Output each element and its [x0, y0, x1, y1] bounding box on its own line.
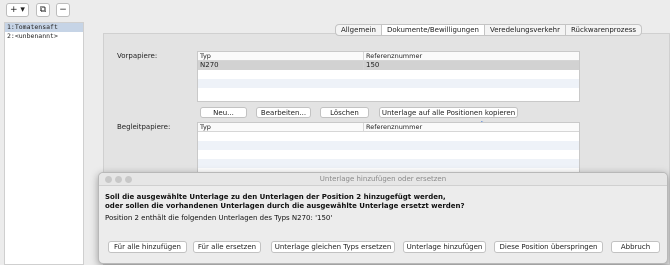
column-header-typ[interactable]: Typ [198, 123, 363, 131]
copy-button[interactable]: ⧉ [36, 3, 50, 17]
tab-veredelungsverkehr[interactable]: Veredelungsverkehr [484, 24, 566, 36]
position-item-1[interactable]: 1:Tomatensaft [5, 23, 83, 32]
add-document-button[interactable]: Unterlage hinzufügen [403, 241, 486, 253]
skip-position-button[interactable]: Diese Position überspringen [494, 241, 603, 253]
vorpapiere-label: Vorpapiere: [117, 52, 158, 60]
cell-referenznummer: 150 [363, 61, 579, 70]
position-item-2[interactable]: 2:<unbenannt> [5, 32, 83, 41]
cell-typ: N270 [200, 61, 219, 69]
cancel-button[interactable]: Abbruch [611, 241, 660, 253]
table-row[interactable]: N270 150 [198, 61, 579, 70]
begleitpapiere-table[interactable]: Typ Referenznummer [197, 122, 580, 174]
dialog-title: Unterlage hinzufügen oder ersetzen [319, 175, 447, 183]
dialog-question-line-2: oder sollen die vorhandenen Unterlagen d… [105, 202, 465, 210]
copy-to-all-positions-button[interactable]: Unterlage auf alle Positionen kopieren [379, 107, 518, 118]
copy-icon: ⧉ [39, 5, 47, 15]
dialog-question-line-1: Soll die ausgewählte Unterlage zu den Un… [105, 193, 446, 201]
tab-rueckwarenprozess[interactable]: Rückwarenprozess [565, 24, 643, 36]
table-header: Typ Referenznummer [198, 52, 579, 61]
tab-bar: Allgemein Dokumente/Bewilligungen Verede… [335, 24, 643, 36]
column-header-referenznummer[interactable]: Referenznummer [363, 52, 579, 60]
remove-button[interactable]: − [56, 3, 70, 17]
empty-row [198, 141, 579, 150]
empty-row [198, 159, 579, 168]
neu-button[interactable]: Neu... [200, 107, 247, 118]
loeschen-button[interactable]: Löschen [320, 107, 369, 118]
begleitpapiere-label: Begleitpapiere: [117, 123, 171, 131]
column-header-referenznummer[interactable]: Referenznummer [363, 123, 579, 131]
replace-for-all-button[interactable]: Für alle ersetzen [193, 241, 261, 253]
column-header-typ[interactable]: Typ [198, 52, 363, 60]
empty-row [198, 79, 579, 88]
dialog-info-text: Position 2 enthält die folgenden Unterla… [105, 214, 333, 222]
toolbar: + ▾ ⧉ − [0, 0, 670, 20]
vorpapiere-table[interactable]: Typ Referenznummer N270 150 [197, 51, 580, 102]
add-button[interactable]: + ▾ [6, 3, 29, 17]
add-for-all-button[interactable]: Für alle hinzufügen [108, 241, 187, 253]
tab-allgemein[interactable]: Allgemein [335, 24, 382, 36]
zoom-window-icon[interactable] [125, 176, 132, 183]
table-header: Typ Referenznummer [198, 123, 579, 132]
empty-row [198, 132, 579, 141]
empty-row [198, 70, 579, 79]
positions-list: 1:Tomatensaft 2:<unbenannt> [4, 22, 84, 265]
tab-dokumente-bewilligungen[interactable]: Dokumente/Bewilligungen [381, 24, 485, 36]
replace-same-type-button[interactable]: Unterlage gleichen Typs ersetzen [271, 241, 395, 253]
close-window-icon[interactable] [105, 176, 112, 183]
add-or-replace-dialog: Unterlage hinzufügen oder ersetzen Soll … [98, 172, 668, 264]
empty-row [198, 88, 579, 97]
minimize-window-icon[interactable] [115, 176, 122, 183]
dialog-titlebar: Unterlage hinzufügen oder ersetzen [99, 173, 667, 186]
bearbeiten-button[interactable]: Bearbeiten... [256, 107, 311, 118]
empty-row [198, 150, 579, 159]
